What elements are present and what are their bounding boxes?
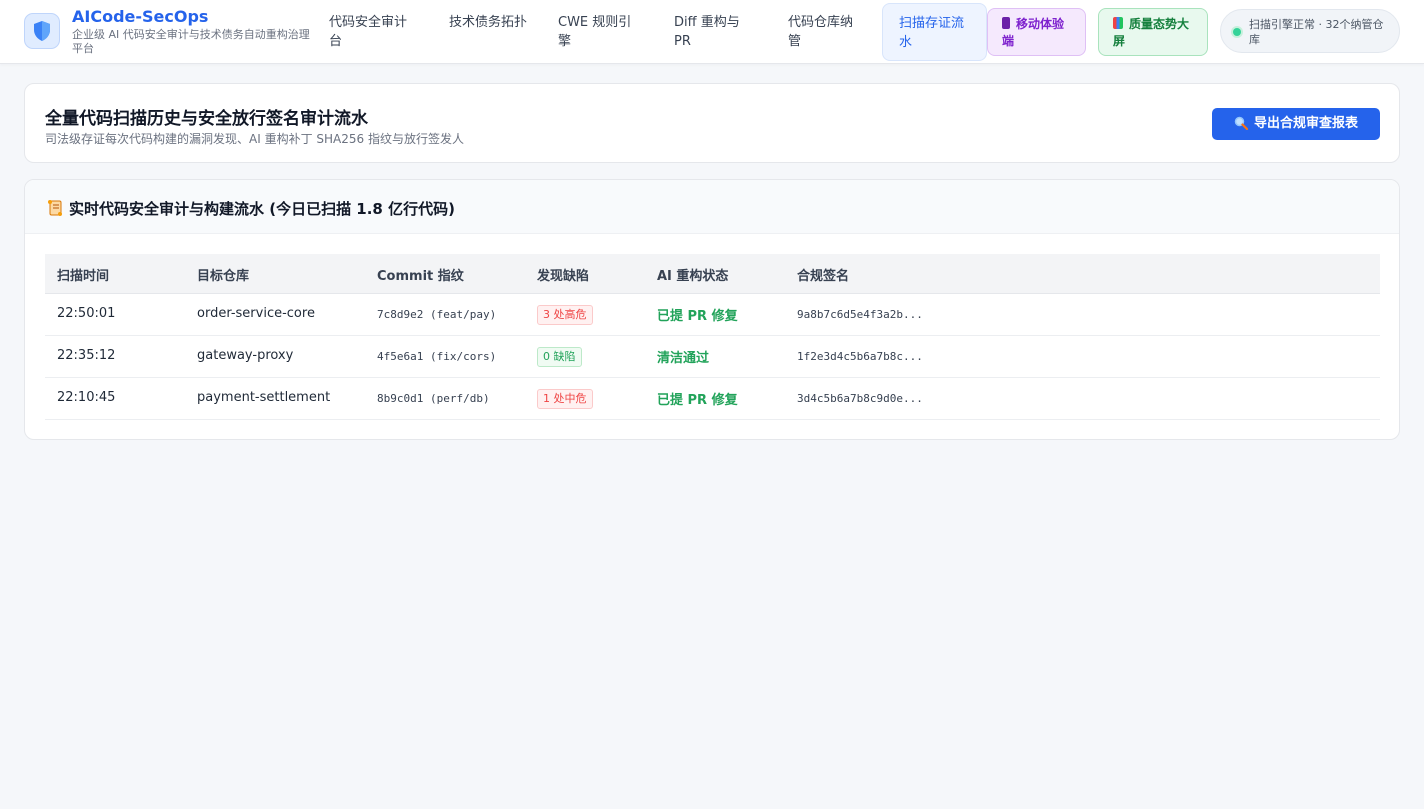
cell-commit: 8b9c0d1 (perf/db) (377, 392, 490, 405)
cell-signature: 1f2e3d4c5b6a7b8c... (797, 350, 923, 363)
quality-dashboard-label: 质量态势大屏 (1113, 17, 1190, 48)
scan-ledger-card: 实时代码安全审计与构建流水 (今日已扫描 1.8 亿行代码) 扫描时间 目标仓库… (24, 179, 1400, 440)
brand-title: AICode-SecOps (72, 7, 209, 26)
column-header-commit: Commit 指纹 (377, 269, 464, 284)
cell-scan-time: 22:10:45 (57, 390, 116, 405)
nav-item-tech-debt[interactable]: 技术债务拓扑 (449, 13, 527, 32)
table-row[interactable]: 22:35:12 gateway-proxy 4f5e6a1 (fix/cors… (45, 336, 1380, 378)
export-report-label: 导出合规审查报表 (1253, 116, 1358, 131)
bar-chart-icon (1113, 17, 1123, 29)
nav-item-code-audit[interactable]: 代码安全审计台 (329, 13, 417, 51)
export-report-button[interactable]: 导出合规审查报表 (1212, 108, 1380, 140)
scan-ledger-table: 扫描时间 目标仓库 Commit 指纹 发现缺陷 AI 重构状态 合规签名 22… (45, 254, 1380, 420)
cell-ai-status: 已提 PR 修复 (657, 393, 738, 408)
table-row[interactable]: 22:10:45 payment-settlement 8b9c0d1 (per… (45, 378, 1380, 420)
engine-status-badge: 扫描引擎正常 · 32个纳管仓库 (1220, 9, 1400, 53)
search-icon (1234, 116, 1248, 130)
nav-item-repo-mgmt[interactable]: 代码仓库纳管 (788, 13, 864, 51)
scan-ledger-title: 实时代码安全审计与构建流水 (今日已扫描 1.8 亿行代码) (69, 200, 455, 218)
defect-badge: 1 处中危 (537, 389, 593, 409)
cell-commit: 4f5e6a1 (fix/cors) (377, 350, 497, 363)
cell-repo: order-service-core (197, 306, 315, 321)
mobile-view-label: 移动体验端 (1002, 17, 1065, 48)
defect-badge: 0 缺陷 (537, 347, 582, 367)
scan-ledger-heading: 实时代码安全审计与构建流水 (今日已扫描 1.8 亿行代码) (25, 180, 1399, 234)
cell-ai-status: 清洁通过 (657, 351, 710, 366)
cell-signature: 9a8b7c6d5e4f3a2b... (797, 308, 923, 321)
nav-item-diff-pr[interactable]: Diff 重构与PR (674, 13, 756, 51)
scroll-icon (48, 200, 62, 216)
quality-dashboard-button[interactable]: 质量态势大屏 (1098, 8, 1208, 56)
column-header-scan-time: 扫描时间 (57, 269, 110, 284)
page-header-card: 全量代码扫描历史与安全放行签名审计流水 司法级存证每次代码构建的漏洞发现、AI … (24, 83, 1400, 163)
defect-badge: 3 处高危 (537, 305, 593, 325)
table-row[interactable]: 22:50:01 order-service-core 7c8d9e2 (fea… (45, 294, 1380, 336)
cell-repo: gateway-proxy (197, 348, 294, 363)
brand-subtitle: 企业级 AI 代码安全审计与技术债务自动重构治理平台 (72, 28, 310, 55)
nav-item-scan-ledger[interactable]: 扫描存证流水 (882, 3, 987, 61)
column-header-ai-status: AI 重构状态 (657, 269, 729, 284)
brand-logo[interactable] (24, 13, 60, 49)
cell-scan-time: 22:35:12 (57, 348, 116, 363)
mobile-view-button[interactable]: 移动体验端 (987, 8, 1086, 56)
column-header-defects: 发现缺陷 (537, 269, 590, 284)
nav-item-cwe-rules[interactable]: CWE 规则引擎 (558, 13, 644, 51)
cell-commit: 7c8d9e2 (feat/pay) (377, 308, 497, 321)
shield-icon (34, 21, 50, 41)
engine-status-text: 扫描引擎正常 · 32个纳管仓库 (1249, 18, 1384, 46)
cell-ai-status: 已提 PR 修复 (657, 309, 738, 324)
cell-repo: payment-settlement (197, 390, 331, 405)
column-header-signature: 合规签名 (797, 269, 850, 284)
cell-signature: 3d4c5b6a7b8c9d0e... (797, 392, 923, 405)
cell-scan-time: 22:50:01 (57, 306, 116, 321)
top-navbar: AICode-SecOps 企业级 AI 代码安全审计与技术债务自动重构治理平台… (0, 0, 1424, 64)
phone-icon (1002, 17, 1010, 29)
table-header-row: 扫描时间 目标仓库 Commit 指纹 发现缺陷 AI 重构状态 合规签名 (45, 254, 1380, 294)
column-header-repo: 目标仓库 (197, 269, 250, 284)
page-subtitle: 司法级存证每次代码构建的漏洞发现、AI 重构补丁 SHA256 指纹与放行签发人 (45, 132, 464, 146)
page-title: 全量代码扫描历史与安全放行签名审计流水 (45, 109, 368, 129)
status-dot-icon (1233, 28, 1241, 36)
